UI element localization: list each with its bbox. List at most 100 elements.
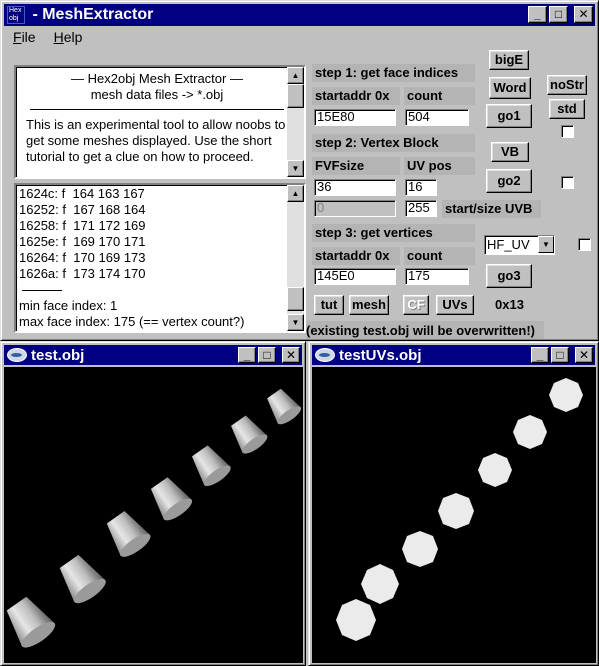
main-window: Hex obj - MeshExtractor _ □ ✕ File Help … <box>0 0 599 341</box>
minimize-button[interactable]: _ <box>238 347 256 363</box>
uv-disc-5 <box>478 453 512 487</box>
log-line: 16252: f 167 168 164 <box>19 202 146 217</box>
minimize-button[interactable]: _ <box>531 347 549 363</box>
maximize-button[interactable]: □ <box>549 6 568 23</box>
go3-button[interactable]: go3 <box>486 264 532 288</box>
std-checkbox[interactable] <box>561 125 574 138</box>
go2-button[interactable]: go2 <box>486 169 532 193</box>
fvfsize-input[interactable]: 36 <box>314 179 396 196</box>
uvpos-input[interactable]: 16 <box>405 179 437 196</box>
tut-button[interactable]: tut <box>314 295 344 315</box>
step3-title: step 3: get vertices <box>312 224 475 242</box>
step3-count-label: count <box>404 247 475 265</box>
uvb-size-input[interactable]: 255 <box>405 200 437 217</box>
uvb-start-input: 0 <box>314 200 396 217</box>
chevron-down-icon[interactable]: ▼ <box>538 236 554 253</box>
log-divider <box>22 290 62 291</box>
info-header-line1: — Hex2obj Mesh Extractor — <box>71 71 243 86</box>
cf-button: CF <box>403 295 429 315</box>
menu-file[interactable]: File <box>13 29 36 45</box>
log-line: 1626a: f 173 174 170 <box>19 266 146 281</box>
maximize-button[interactable]: □ <box>258 347 276 363</box>
step2-uvpos-label: UV pos <box>404 157 475 175</box>
std-button[interactable]: std <box>549 99 585 119</box>
log-line: 1625e: f 169 170 171 <box>19 234 146 249</box>
log-max-face: max face index: 175 (== vertex count?) <box>19 314 245 329</box>
mesh-button[interactable]: mesh <box>349 295 389 315</box>
scroll-down-icon[interactable]: ▼ <box>287 160 304 177</box>
test-uvs-obj-window: testUVs.obj _ □ ✕ <box>308 341 599 666</box>
step1-count-label: count <box>404 87 475 105</box>
minimize-button[interactable]: _ <box>528 6 547 23</box>
info-scrollbar[interactable]: ▲ ▼ <box>287 67 304 177</box>
step2-title: step 2: Vertex Block <box>312 134 475 152</box>
main-titlebar[interactable]: Hex obj - MeshExtractor _ □ ✕ <box>4 4 595 26</box>
cone-mesh-6 <box>231 415 268 454</box>
uv-disc-2 <box>361 564 399 604</box>
maximize-button[interactable]: □ <box>551 347 569 363</box>
hex-obj-app-icon[interactable]: Hex obj <box>7 6 25 24</box>
close-button[interactable]: ✕ <box>575 347 593 363</box>
mesh-3d-viewport[interactable] <box>4 367 303 663</box>
info-body: This is an experimental tool to allow no… <box>26 117 286 164</box>
mesh-render <box>6 388 302 648</box>
cone-mesh-1 <box>6 596 56 648</box>
test-obj-titlebar[interactable]: test.obj _ □ ✕ <box>4 345 302 365</box>
log-line: 1624c: f 164 163 167 <box>19 186 145 201</box>
log-min-face: min face index: 1 <box>19 298 118 313</box>
uv-disc-4 <box>438 493 474 529</box>
close-button[interactable]: ✕ <box>574 6 593 23</box>
cone-mesh-4 <box>150 477 193 521</box>
log-text: 1624c: f 164 163 167 16252: f 167 168 16… <box>19 186 291 330</box>
scroll-thumb[interactable] <box>287 287 304 311</box>
hex-readout: 0x13 <box>495 297 524 312</box>
step3-count-input[interactable]: 175 <box>405 268 469 285</box>
uv-disc-6 <box>513 415 547 449</box>
log-panel[interactable]: 1624c: f 164 163 167 16252: f 167 168 16… <box>14 183 306 333</box>
viewer-app-icon[interactable] <box>7 348 27 362</box>
word-button[interactable]: Word <box>489 77 531 99</box>
go2-checkbox[interactable] <box>561 176 574 189</box>
scroll-down-icon[interactable]: ▼ <box>287 314 304 331</box>
info-header-line2: mesh data files -> *.obj <box>90 87 224 102</box>
uv-render <box>336 378 583 641</box>
step1-startaddr-input[interactable]: 15E80 <box>314 109 396 126</box>
step1-startaddr-label: startaddr 0x <box>312 87 400 105</box>
info-text-panel[interactable]: — Hex2obj Mesh Extractor — mesh data fil… <box>14 65 306 179</box>
menu-help[interactable]: Help <box>54 29 83 45</box>
nostr-button[interactable]: noStr <box>547 75 587 95</box>
step3-startaddr-input[interactable]: 145E0 <box>314 268 396 285</box>
uvs-button[interactable]: UVs <box>436 295 474 315</box>
go1-button[interactable]: go1 <box>486 104 532 128</box>
cone-mesh-2 <box>59 554 106 604</box>
scroll-up-icon[interactable]: ▲ <box>287 67 304 84</box>
uv-disc-3 <box>402 531 438 567</box>
hf-uv-checkbox[interactable] <box>578 238 591 251</box>
cone-mesh-7 <box>267 388 302 425</box>
hf-uv-select-value: HF_UV <box>487 237 530 252</box>
vb-button[interactable]: VB <box>491 142 529 162</box>
test-obj-title: test.obj <box>31 346 85 364</box>
close-button[interactable]: ✕ <box>282 347 300 363</box>
uv-disc-1 <box>336 599 376 641</box>
bigE-button[interactable]: bigE <box>489 50 529 70</box>
hf-uv-select[interactable]: HF_UV ▼ <box>484 235 555 255</box>
step1-title: step 1: get face indices <box>312 64 475 82</box>
test-uvs-obj-titlebar[interactable]: testUVs.obj _ □ ✕ <box>312 345 595 365</box>
info-divider <box>30 109 284 110</box>
log-line: 16258: f 171 172 169 <box>19 218 146 233</box>
step1-count-input[interactable]: 504 <box>405 109 469 126</box>
window-title: - MeshExtractor <box>28 6 154 23</box>
cone-mesh-5 <box>191 445 231 487</box>
scroll-thumb[interactable] <box>287 84 304 108</box>
uv-disc-7 <box>549 378 583 412</box>
viewer-app-icon[interactable] <box>315 348 335 362</box>
scroll-up-icon[interactable]: ▲ <box>287 185 304 202</box>
status-text: (existing test.obj will be overwritten!) <box>306 321 544 339</box>
info-text: — Hex2obj Mesh Extractor — mesh data fil… <box>26 71 288 165</box>
log-scrollbar[interactable]: ▲ ▼ <box>287 185 304 331</box>
uvb-label: start/size UVB <box>442 200 541 218</box>
test-obj-window: test.obj _ □ ✕ <box>0 341 306 666</box>
uv-viewport[interactable] <box>312 367 596 663</box>
cone-mesh-3 <box>106 511 151 557</box>
